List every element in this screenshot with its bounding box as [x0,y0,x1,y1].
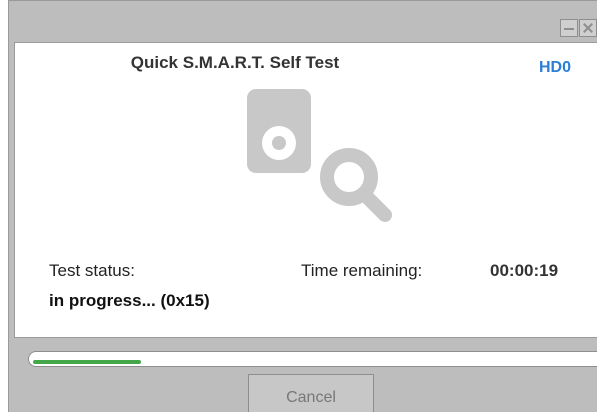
time-remaining-value: 00:00:19 [490,261,559,280]
progress-bar [28,351,597,367]
test-panel: Quick S.M.A.R.T. Self Test HD0 Test stat… [14,42,597,338]
minimize-icon[interactable] [560,19,578,37]
drive-label: HD0 [538,59,571,76]
disk-search-icon [237,85,397,225]
status-value: in progress... (0x15) [49,291,210,310]
progress-fill [33,360,141,364]
dialog-title: Quick S.M.A.R.T. Self Test [130,53,340,72]
time-remaining-label: Time remaining: [301,261,423,280]
status-label: Test status: [49,261,135,280]
close-icon[interactable] [579,19,597,37]
cancel-button[interactable]: Cancel [248,374,374,412]
window-controls [559,19,597,39]
